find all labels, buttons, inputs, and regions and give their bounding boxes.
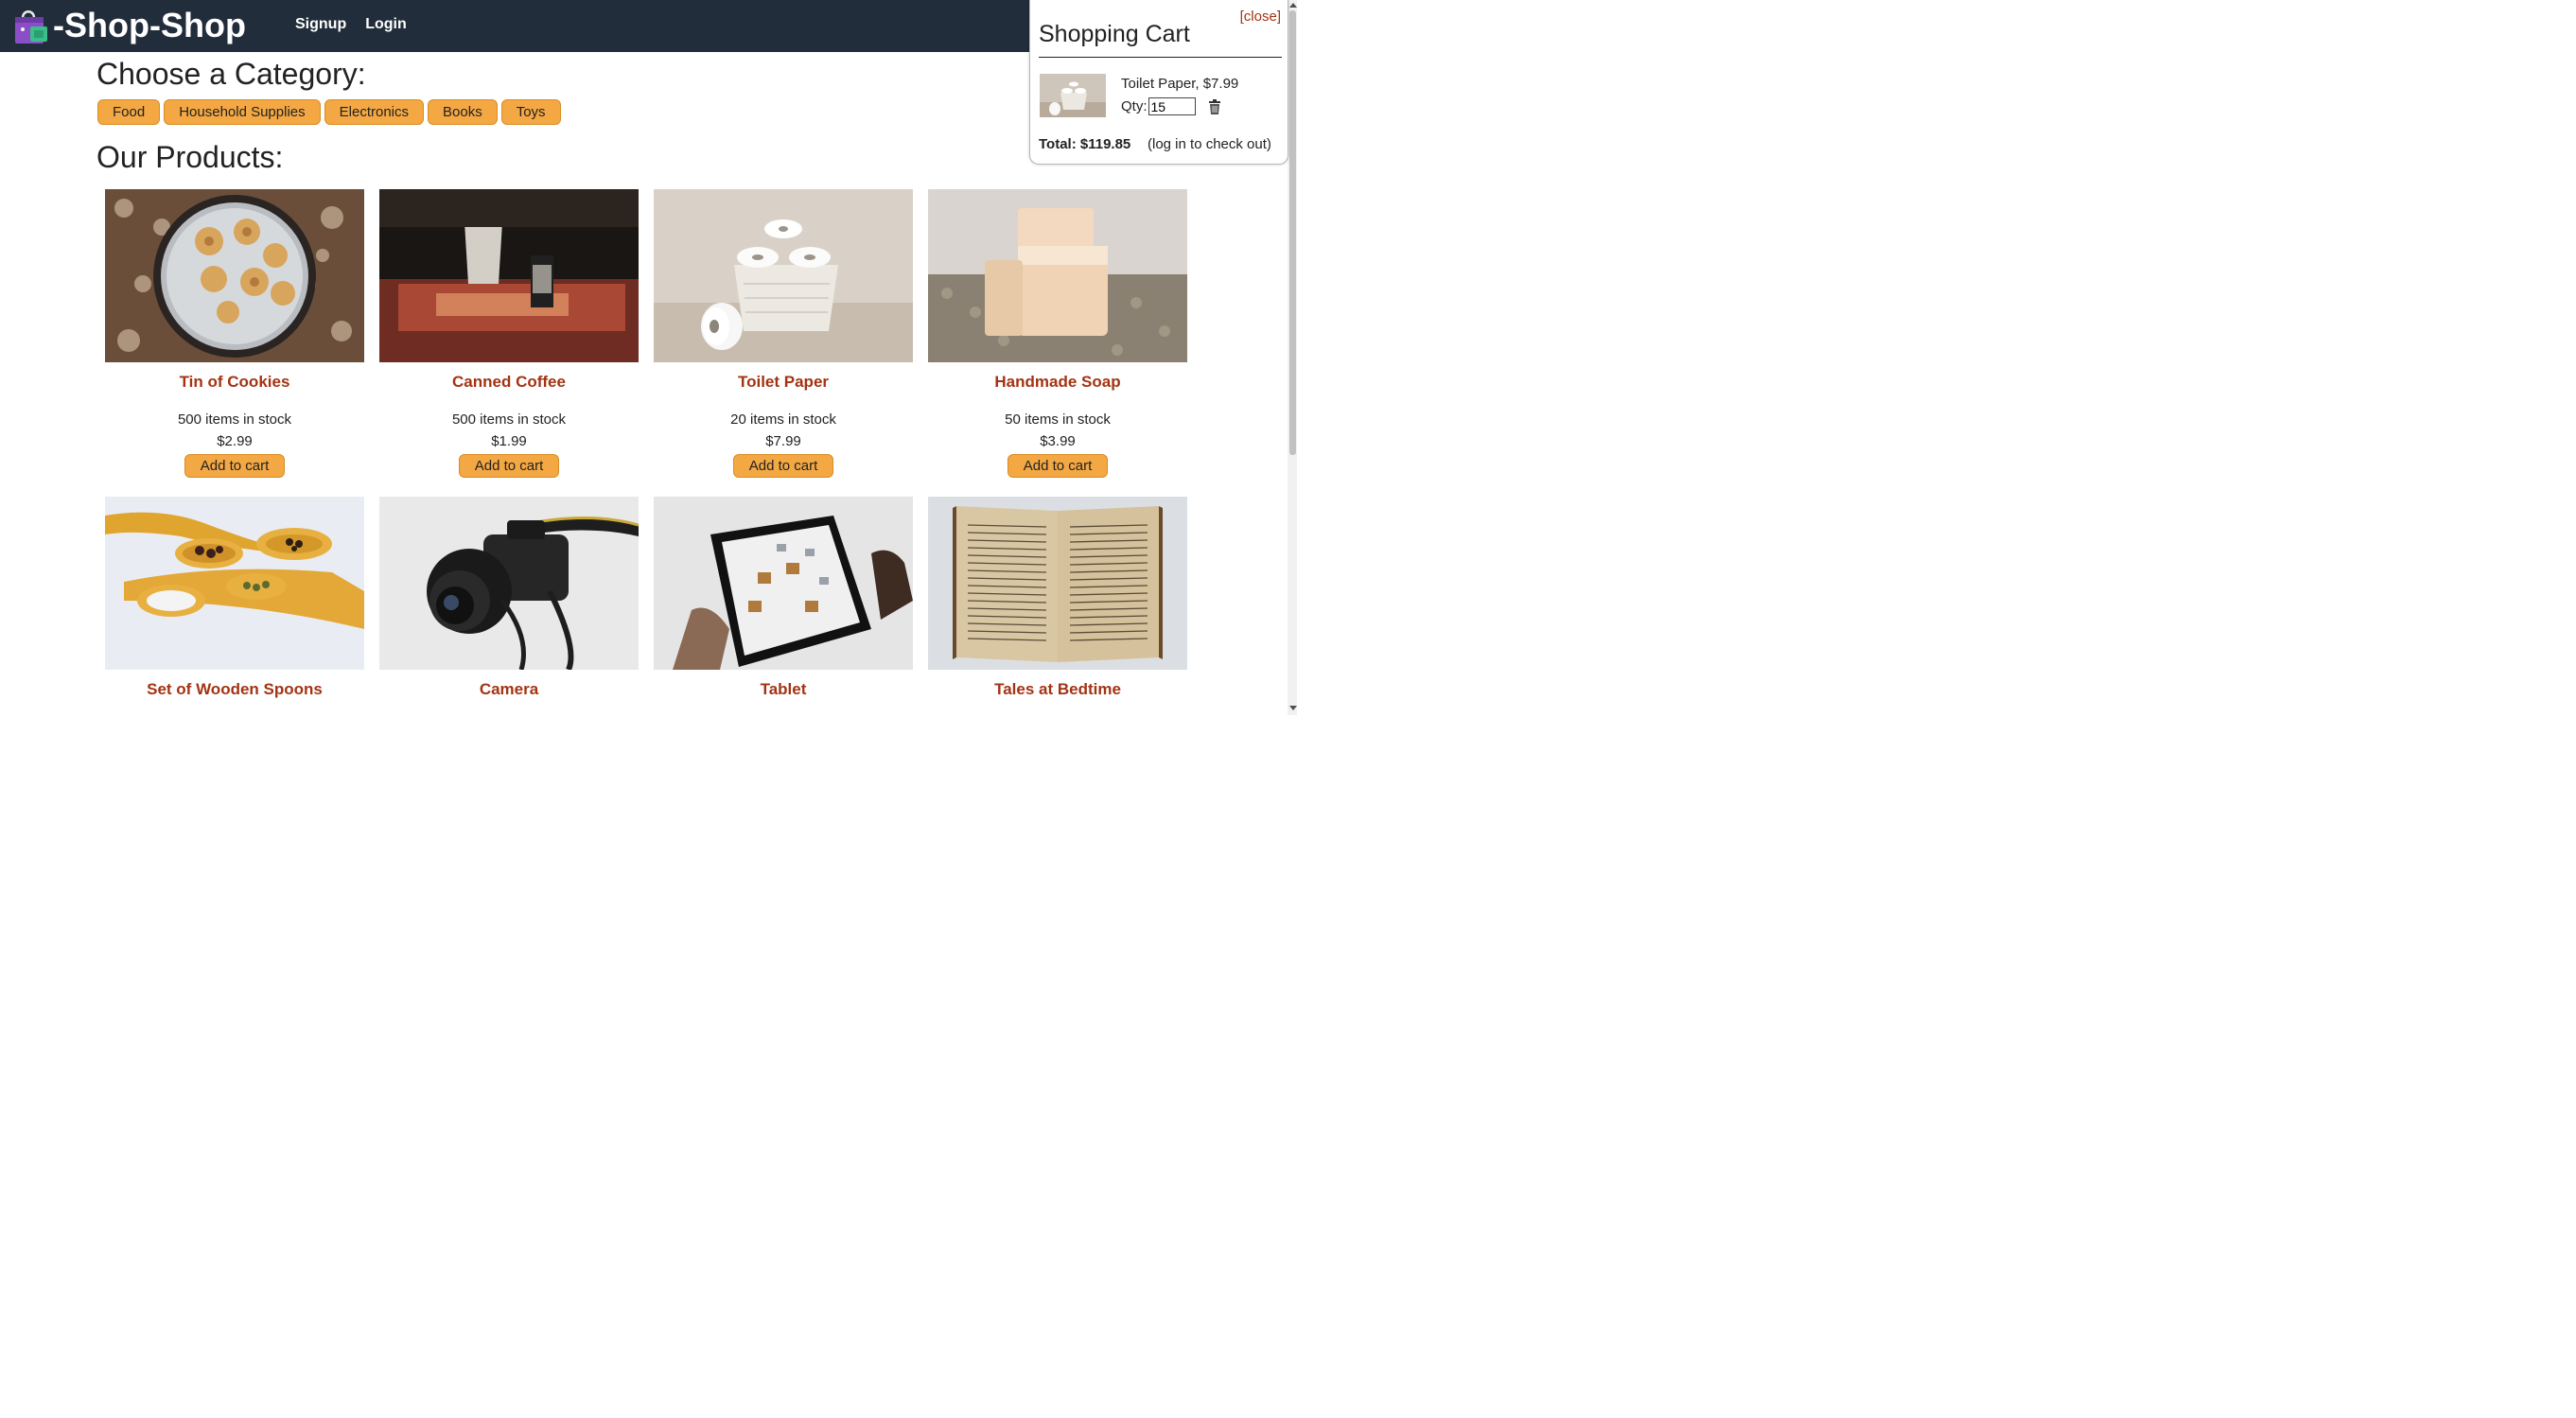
shopping-cart-panel: [close] Shopping Cart Toilet Paper, $7.9…	[1029, 0, 1288, 165]
product-stock: 500 items in stock	[177, 411, 292, 428]
product-name[interactable]: Set of Wooden Spoons	[104, 680, 365, 699]
scroll-up-arrow-icon[interactable]	[1289, 3, 1297, 8]
product-card: Handmade Soap 50 items in stock $3.99 Ad…	[927, 189, 1188, 478]
product-name[interactable]: Tin of Cookies	[104, 373, 365, 392]
add-to-cart-button[interactable]: Add to cart	[184, 454, 286, 478]
scrollbar-thumb[interactable]	[1289, 10, 1296, 455]
category-button-electronics[interactable]: Electronics	[324, 99, 424, 125]
product-stock: 20 items in stock	[730, 411, 836, 428]
trash-icon[interactable]	[1207, 98, 1222, 115]
checkout-login-note: (log in to check out)	[1148, 136, 1271, 152]
cart-total: Total: $119.85	[1039, 136, 1131, 152]
product-stock: 50 items in stock	[1005, 411, 1111, 428]
wooden-spoons-photo[interactable]	[105, 497, 364, 670]
add-to-cart-button[interactable]: Add to cart	[732, 454, 834, 478]
product-card: Tin of Cookies 500 items in stock $2.99 …	[104, 189, 365, 478]
canned-coffee-photo[interactable]	[379, 189, 639, 362]
cart-item-thumbnail	[1040, 74, 1106, 117]
qty-input[interactable]	[1148, 97, 1196, 115]
cart-close-link[interactable]: [close]	[1240, 9, 1281, 25]
book-photo[interactable]	[928, 497, 1187, 670]
cart-item-description: Toilet Paper, $7.99	[1121, 76, 1239, 92]
signup-link[interactable]: Signup	[295, 16, 346, 33]
product-price: $2.99	[217, 433, 253, 449]
category-button-toys[interactable]: Toys	[500, 99, 561, 125]
product-name[interactable]: Canned Coffee	[378, 373, 640, 392]
login-link[interactable]: Login	[365, 16, 407, 33]
product-price: $3.99	[1040, 433, 1076, 449]
product-card: Camera	[378, 497, 640, 699]
qty-label: Qty:	[1121, 98, 1148, 114]
product-name[interactable]: Handmade Soap	[927, 373, 1188, 392]
product-name[interactable]: Tales at Bedtime	[927, 680, 1188, 699]
product-name[interactable]: Camera	[378, 680, 640, 699]
product-name[interactable]: Tablet	[653, 680, 914, 699]
cookie-tin-photo[interactable]	[105, 189, 364, 362]
product-card: Toilet Paper 20 items in stock $7.99 Add…	[653, 189, 914, 478]
scroll-down-arrow-icon[interactable]	[1289, 706, 1297, 710]
product-card: Set of Wooden Spoons	[104, 497, 365, 699]
toilet-paper-photo[interactable]	[654, 189, 913, 362]
brand-logo[interactable]: -Shop-Shop	[11, 6, 246, 45]
category-button-household-supplies[interactable]: Household Supplies	[164, 99, 321, 125]
nav-links: Signup Login	[295, 16, 407, 33]
camera-photo[interactable]	[379, 497, 639, 670]
tablet-photo[interactable]	[654, 497, 913, 670]
product-card: Tablet	[653, 497, 914, 699]
product-name[interactable]: Toilet Paper	[653, 373, 914, 392]
shopping-bag-icon	[11, 6, 51, 45]
add-to-cart-button[interactable]: Add to cart	[1007, 454, 1109, 478]
product-card: Tales at Bedtime	[927, 497, 1188, 699]
category-button-books[interactable]: Books	[428, 99, 498, 125]
soap-photo[interactable]	[928, 189, 1187, 362]
brand-name: -Shop-Shop	[53, 6, 246, 44]
category-heading: Choose a Category:	[96, 57, 366, 91]
product-price: $7.99	[765, 433, 801, 449]
browser-viewport: -Shop-Shop Signup Login Choose a Categor…	[0, 0, 1297, 715]
products-heading: Our Products:	[96, 140, 284, 174]
product-price: $1.99	[491, 433, 527, 449]
cart-title: Shopping Cart	[1039, 21, 1190, 47]
cart-qty-row: Qty:	[1121, 97, 1222, 115]
product-stock: 500 items in stock	[451, 411, 567, 428]
category-list: Food Household Supplies Electronics Book…	[97, 99, 561, 125]
cart-divider	[1039, 57, 1282, 58]
product-card: Canned Coffee 500 items in stock $1.99 A…	[378, 189, 640, 478]
add-to-cart-button[interactable]: Add to cart	[458, 454, 560, 478]
category-button-food[interactable]: Food	[97, 99, 161, 125]
